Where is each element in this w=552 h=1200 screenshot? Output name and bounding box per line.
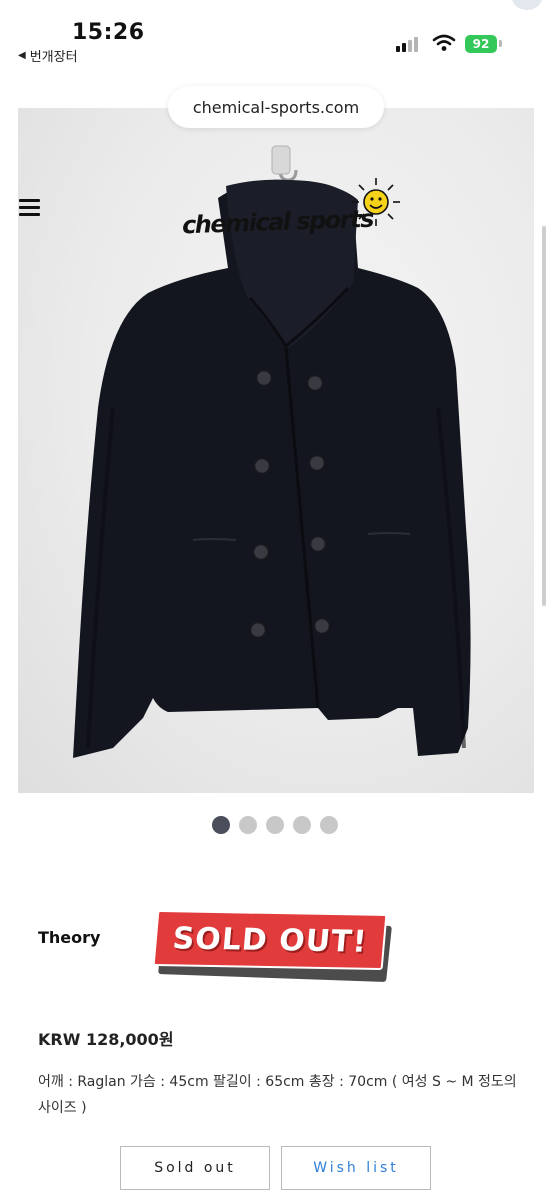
battery-icon: 92 [465,35,497,53]
carousel-dot[interactable] [212,816,230,834]
carousel-dot[interactable] [266,816,284,834]
corner-decoration [512,0,542,10]
sold-out-button[interactable]: Sold out [120,1146,270,1190]
status-time: 15:26 [72,20,145,45]
product-brand: Theory [38,928,101,947]
status-bar: 15:26 ◀ 번개장터 92 [0,0,552,100]
menu-icon[interactable] [18,196,42,220]
page-scrollbar[interactable] [542,226,546,606]
wish-list-button[interactable]: Wish list [281,1146,431,1190]
back-to-app-link[interactable]: ◀ 번개장터 [18,46,78,65]
carousel-dot[interactable] [239,816,257,834]
product-description: 어깨 : Raglan 가슴 : 45cm 팔길이 : 65cm 총장 : 70… [38,1074,517,1116]
battery-tip [499,40,502,47]
back-arrow-icon: ◀ [18,50,26,61]
sold-out-badge: SOLD OUT! [152,909,392,982]
product-price: KRW 128,000원 [38,1030,174,1049]
sold-out-badge-text: SOLD OUT! [152,909,388,971]
carousel-dot[interactable] [293,816,311,834]
url-bar[interactable]: chemical-sports.com [168,86,384,128]
battery-level: 92 [472,37,490,51]
wifi-icon [432,34,456,51]
back-app-label: 번개장터 [29,50,78,65]
url-text: chemical-sports.com [192,97,360,117]
carousel-dots [212,816,338,834]
smiley-sun-icon [352,178,400,226]
cellular-signal-icon [396,36,422,52]
carousel-dot[interactable] [320,816,338,834]
